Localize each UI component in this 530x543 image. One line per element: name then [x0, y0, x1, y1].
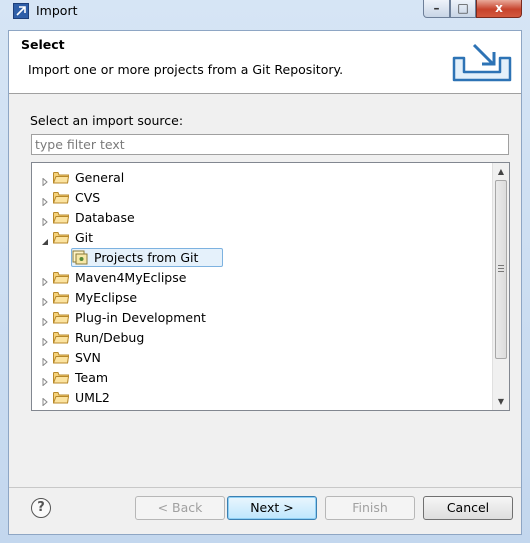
folder-icon: [52, 371, 70, 384]
tree-item[interactable]: Projects from Git: [32, 248, 492, 268]
import-dialog-window: Import – □ x Select Import one or more p…: [0, 0, 530, 543]
folder-icon: [52, 291, 70, 304]
scrollbar-thumb[interactable]: [495, 180, 507, 359]
wizard-header: Select Import one or more projects from …: [9, 31, 521, 94]
tree-item-label: General: [75, 170, 125, 185]
collapsed-arrow-icon[interactable]: [41, 214, 49, 227]
tree-item-label: Git: [75, 230, 94, 245]
tree-item[interactable]: Maven4MyEclipse: [32, 268, 492, 288]
thumb-grip-icon: [498, 265, 504, 274]
tree-item-label: SVN: [75, 350, 101, 365]
close-icon: x: [495, 1, 503, 15]
tree-item-label: MyEclipse: [75, 290, 138, 305]
folder-icon: [52, 191, 70, 204]
folder-icon: [52, 311, 70, 324]
folder-icon: [52, 391, 70, 404]
tree-item-label: Projects from Git: [94, 250, 199, 265]
tree-item-label: Team: [75, 370, 109, 385]
finish-button[interactable]: Finish: [325, 496, 415, 520]
tree-item[interactable]: CVS: [32, 188, 492, 208]
back-button[interactable]: < Back: [135, 496, 225, 520]
collapsed-arrow-icon[interactable]: [41, 354, 49, 367]
tree-item-label: Plug-in Development: [75, 310, 206, 325]
close-button[interactable]: x: [476, 0, 522, 18]
tree-item[interactable]: General: [32, 168, 492, 188]
tree-item[interactable]: Team: [32, 368, 492, 388]
dialog-client-area: Select Import one or more projects from …: [8, 30, 522, 535]
collapsed-arrow-icon[interactable]: [41, 174, 49, 187]
tree-item-label: CVS: [75, 190, 101, 205]
tree-item[interactable]: Web Services: [32, 408, 492, 411]
tree-item-label: Maven4MyEclipse: [75, 270, 187, 285]
filter-input[interactable]: [31, 134, 509, 155]
folder-icon: [52, 271, 70, 284]
wizard-page-title: Select: [21, 37, 65, 52]
folder-icon: [52, 351, 70, 364]
collapsed-arrow-icon[interactable]: [41, 274, 49, 287]
import-wizard-icon: [452, 43, 512, 82]
title-bar[interactable]: Import – □ x: [0, 0, 530, 24]
tree-item-label: Run/Debug: [75, 330, 145, 345]
tree-item-label: UML2: [75, 390, 110, 405]
tree-item[interactable]: Plug-in Development: [32, 308, 492, 328]
collapsed-arrow-icon[interactable]: [41, 374, 49, 387]
vertical-scrollbar[interactable]: ▲ ▼: [492, 163, 509, 410]
folder-icon: [52, 231, 70, 244]
collapsed-arrow-icon[interactable]: [41, 194, 49, 207]
collapsed-arrow-icon[interactable]: [41, 314, 49, 327]
minimize-button[interactable]: –: [423, 0, 450, 18]
tree-item[interactable]: MyEclipse: [32, 288, 492, 308]
maximize-icon: □: [457, 1, 469, 15]
eclipse-app-icon: [13, 3, 29, 19]
footer-separator: [9, 487, 521, 488]
scroll-up-icon[interactable]: ▲: [493, 163, 509, 180]
folder-icon: [52, 331, 70, 344]
scroll-down-icon[interactable]: ▼: [493, 393, 509, 410]
tree-item[interactable]: Run/Debug: [32, 328, 492, 348]
minimize-icon: –: [433, 1, 440, 15]
collapsed-arrow-icon[interactable]: [41, 294, 49, 307]
tree-item[interactable]: SVN: [32, 348, 492, 368]
git-projects-icon: [72, 249, 88, 265]
folder-icon: [52, 171, 70, 184]
collapsed-arrow-icon[interactable]: [41, 394, 49, 407]
help-icon[interactable]: ?: [31, 498, 51, 518]
import-source-label: Select an import source:: [30, 113, 184, 128]
maximize-button[interactable]: □: [450, 0, 476, 18]
tree-item-label: Database: [75, 210, 135, 225]
expanded-arrow-icon[interactable]: [41, 234, 49, 245]
next-button[interactable]: Next >: [227, 496, 317, 520]
cancel-button[interactable]: Cancel: [423, 496, 513, 520]
window-title: Import: [36, 3, 78, 18]
import-source-tree[interactable]: General CVS Database Git Projects from Git Ma…: [31, 162, 510, 411]
collapsed-arrow-icon[interactable]: [41, 334, 49, 347]
tree-item[interactable]: Git: [32, 228, 492, 248]
wizard-page-description: Import one or more projects from a Git R…: [28, 62, 344, 77]
tree-item[interactable]: Database: [32, 208, 492, 228]
folder-icon: [52, 211, 70, 224]
tree-item[interactable]: UML2: [32, 388, 492, 408]
tree-item-label: Web Services: [75, 410, 159, 411]
